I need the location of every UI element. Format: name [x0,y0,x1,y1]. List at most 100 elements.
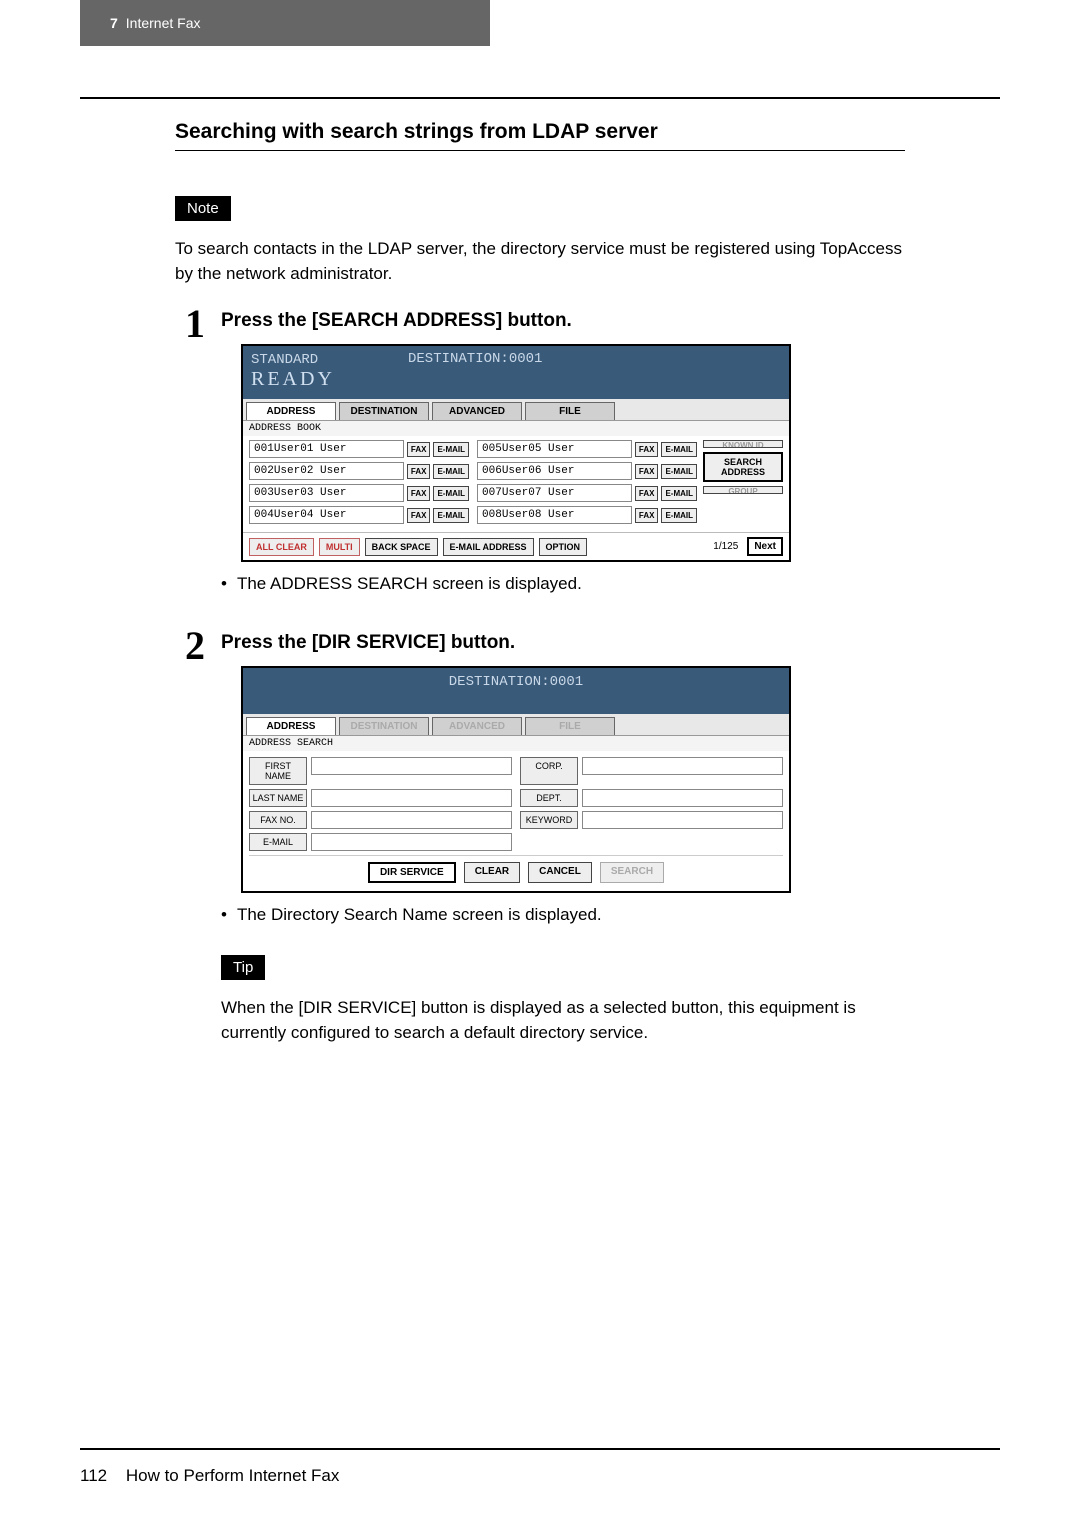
addr-row-1: 001User01 User FAX E-MAIL [249,440,469,458]
email-btn[interactable]: E-MAIL [433,442,469,457]
screen1-destination: DESTINATION:0001 [408,351,542,367]
backspace-button[interactable]: BACK SPACE [365,538,438,556]
search-address-button[interactable]: SEARCH ADDRESS [703,452,783,482]
fax-btn[interactable]: FAX [635,464,659,479]
dir-service-button[interactable]: DIR SERVICE [368,862,456,883]
addr-row-8: 008User08 User FAX E-MAIL [477,506,697,524]
chapter-number: 7 [110,15,118,31]
addr-name-4[interactable]: 004User04 User [249,506,404,524]
step-2-title: Press the [DIR SERVICE] button. [221,626,905,654]
email-btn[interactable]: E-MAIL [433,486,469,501]
fax-btn[interactable]: FAX [407,464,431,479]
keyword-label[interactable]: KEYWORD [520,811,578,829]
clear-button[interactable]: CLEAR [464,862,520,883]
page-number: 112 [80,1466,107,1485]
note-text: To search contacts in the LDAP server, t… [175,237,905,286]
fax-btn[interactable]: FAX [635,508,659,523]
section-title: Searching with search strings from LDAP … [175,120,905,151]
fax-btn[interactable]: FAX [407,442,431,457]
addr-left-col: 001User01 User FAX E-MAIL 002User02 User… [249,440,469,528]
fax-btn[interactable]: FAX [407,508,431,523]
email-address-button[interactable]: E-MAIL ADDRESS [443,538,534,556]
step-1-number: 1 [175,304,215,344]
corp-label[interactable]: CORP. [520,757,578,785]
screen1-top: STANDARD DESTINATION:0001 READY [243,346,789,399]
tab-destination-2[interactable]: DESTINATION [339,717,429,735]
tab-advanced-2[interactable]: ADVANCED [432,717,522,735]
group-button[interactable]: GROUP [703,486,783,494]
cancel-button[interactable]: CANCEL [528,862,592,883]
addr-row-7: 007User07 User FAX E-MAIL [477,484,697,502]
note-badge: Note [175,196,231,221]
bullet-icon: • [221,905,227,925]
last-name-input[interactable] [311,789,512,807]
tab-file[interactable]: FILE [525,402,615,420]
option-button[interactable]: OPTION [539,538,588,556]
screen2-tabs: ADDRESS DESTINATION ADVANCED FILE [243,714,789,736]
known-id-button[interactable]: KNOWN ID [703,440,783,448]
step-2-bullet: • The Directory Search Name screen is di… [221,905,905,925]
tab-address[interactable]: ADDRESS [246,402,336,420]
email-input[interactable] [311,833,512,851]
addr-name-8[interactable]: 008User08 User [477,506,632,524]
screen1-ready: READY [251,368,781,391]
tip-text: When the [DIR SERVICE] button is display… [221,996,905,1045]
search-button[interactable]: SEARCH [600,862,664,883]
footer-text: How to Perform Internet Fax [126,1466,340,1485]
top-rule [80,97,1000,99]
address-book-screen: STANDARD DESTINATION:0001 READY ADDRESS … [241,344,791,562]
step-2: 2 Press the [DIR SERVICE] button. DESTIN… [175,626,905,1063]
email-btn[interactable]: E-MAIL [661,486,697,501]
step-2-number: 2 [175,626,215,666]
screen2-top: DESTINATION:0001 [243,668,789,714]
step-1-title: Press the [SEARCH ADDRESS] button. [221,304,905,332]
fax-btn[interactable]: FAX [635,442,659,457]
page-count: 1/125 [713,541,738,552]
chapter-header: 7 Internet Fax [80,0,490,46]
email-btn[interactable]: E-MAIL [433,464,469,479]
all-clear-button[interactable]: ALL CLEAR [249,538,314,556]
corp-input[interactable] [582,757,783,775]
screen1-subhead: ADDRESS BOOK [243,421,789,436]
addr-right-col: 005User05 User FAX E-MAIL 006User06 User… [477,440,697,528]
dept-input[interactable] [582,789,783,807]
addr-name-6[interactable]: 006User06 User [477,462,632,480]
tab-address-2[interactable]: ADDRESS [246,717,336,735]
fax-btn[interactable]: FAX [407,486,431,501]
email-btn[interactable]: E-MAIL [433,508,469,523]
bullet-icon: • [221,574,227,594]
addr-name-3[interactable]: 003User03 User [249,484,404,502]
step-1: 1 Press the [SEARCH ADDRESS] button. STA… [175,304,905,616]
addr-name-2[interactable]: 002User02 User [249,462,404,480]
screen2-destination: DESTINATION:0001 [251,674,781,690]
tab-destination[interactable]: DESTINATION [339,402,429,420]
first-name-input[interactable] [311,757,512,775]
first-name-label[interactable]: FIRST NAME [249,757,307,785]
screen1-tabs: ADDRESS DESTINATION ADVANCED FILE [243,399,789,421]
email-btn[interactable]: E-MAIL [661,508,697,523]
screen2-subhead: ADDRESS SEARCH [243,736,789,751]
tip-badge: Tip [221,955,265,980]
chapter-title: Internet Fax [126,15,201,31]
page-footer: 112 How to Perform Internet Fax [80,1466,339,1486]
addr-row-5: 005User05 User FAX E-MAIL [477,440,697,458]
next-button[interactable]: Next [747,537,783,556]
multi-button[interactable]: MULTI [319,538,360,556]
email-btn[interactable]: E-MAIL [661,442,697,457]
keyword-input[interactable] [582,811,783,829]
addr-name-5[interactable]: 005User05 User [477,440,632,458]
addr-name-1[interactable]: 001User01 User [249,440,404,458]
dept-label[interactable]: DEPT. [520,789,578,807]
email-label[interactable]: E-MAIL [249,833,307,851]
fax-no-input[interactable] [311,811,512,829]
email-btn[interactable]: E-MAIL [661,464,697,479]
fax-btn[interactable]: FAX [635,486,659,501]
tab-advanced[interactable]: ADVANCED [432,402,522,420]
addr-row-3: 003User03 User FAX E-MAIL [249,484,469,502]
screen1-side-buttons: KNOWN ID SEARCH ADDRESS GROUP [703,440,783,528]
fax-no-label[interactable]: FAX NO. [249,811,307,829]
addr-row-6: 006User06 User FAX E-MAIL [477,462,697,480]
last-name-label[interactable]: LAST NAME [249,789,307,807]
addr-name-7[interactable]: 007User07 User [477,484,632,502]
tab-file-2[interactable]: FILE [525,717,615,735]
